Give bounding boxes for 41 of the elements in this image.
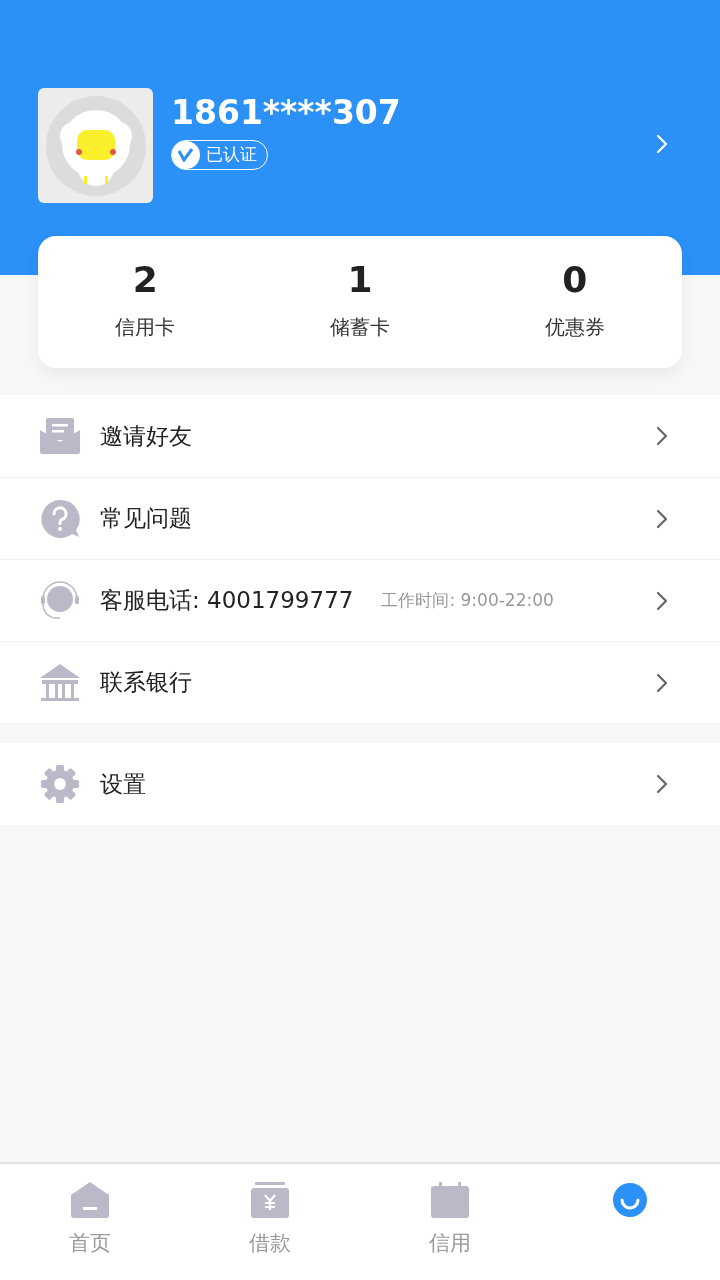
menu-label: 客服电话: 4001799777	[100, 586, 354, 616]
stat-label: 优惠券	[544, 314, 605, 341]
stat-label: 储蓄卡	[330, 314, 390, 341]
menu-label: 联系银行	[100, 668, 192, 698]
menu-label: 常见问题	[100, 504, 192, 534]
stat-item[interactable]: 1 储蓄卡	[252, 236, 468, 368]
chevron-right-icon	[656, 672, 668, 693]
house-icon	[71, 1182, 109, 1218]
menu-item[interactable]: 邀请好友	[0, 395, 720, 477]
chevron-right-icon	[656, 134, 668, 154]
tab-label: 借款	[249, 1230, 291, 1257]
envelope-icon	[40, 418, 80, 454]
menu-label: 设置	[100, 769, 146, 799]
headset-icon	[40, 580, 80, 621]
menu-item[interactable]: 设置	[0, 743, 720, 825]
stat-item[interactable]: 2 信用卡	[38, 236, 253, 368]
tab-label: 首页	[69, 1230, 111, 1257]
menu-item[interactable]: 常见问题	[0, 477, 720, 559]
phone-number: 1861****307	[171, 92, 402, 134]
stat-value: 1	[347, 258, 373, 302]
stat-value: 0	[562, 258, 588, 302]
settings-icon	[40, 764, 80, 804]
chevron-right-icon	[656, 508, 668, 529]
wallet-icon	[251, 1182, 289, 1218]
menu-item[interactable]: 联系银行	[0, 641, 720, 723]
chevron-right-icon	[656, 590, 668, 611]
question-bubble-icon	[40, 498, 80, 539]
calendar-icon	[431, 1182, 469, 1218]
tab-label: 信用	[429, 1230, 471, 1257]
working-hours: 工作时间: 9:00-22:00	[381, 588, 554, 612]
stat-value: 2	[132, 258, 158, 302]
menu-label: 邀请好友	[100, 421, 192, 451]
verified-icon	[172, 141, 200, 169]
bank-icon	[40, 663, 80, 702]
verified-label: 已认证	[206, 143, 257, 167]
smiley-icon	[611, 1182, 649, 1218]
chevron-right-icon	[656, 426, 668, 446]
stat-label: 信用卡	[115, 314, 176, 341]
chevron-right-icon	[656, 774, 668, 794]
stat-item[interactable]: 0 优惠券	[467, 236, 682, 368]
menu-item[interactable]: 客服电话: 4001799777 工作时间: 9:00-22:00	[0, 559, 720, 641]
